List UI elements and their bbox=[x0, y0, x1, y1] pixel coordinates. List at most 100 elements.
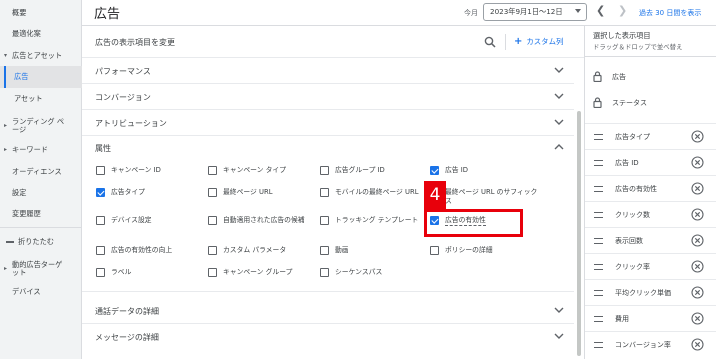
nav-item-devices[interactable]: デバイス bbox=[0, 281, 82, 303]
date-range-select[interactable]: 2023年9月1日～12日 bbox=[483, 3, 587, 21]
panel-title: 広告の表示項目を変更 bbox=[95, 38, 175, 47]
drag-handle-icon[interactable] bbox=[594, 290, 603, 296]
nav-item-ads[interactable]: 広告 bbox=[0, 66, 82, 88]
next-period-icon[interactable]: ❯ bbox=[618, 4, 627, 17]
search-icon[interactable] bbox=[484, 36, 496, 48]
nav-item-overview[interactable]: 概要 bbox=[0, 2, 82, 24]
drag-handle-icon[interactable] bbox=[594, 186, 603, 192]
nav-item-recommendations[interactable]: 最適化案 bbox=[0, 23, 82, 45]
checkbox-device-preference[interactable]: デバイス設定 bbox=[96, 216, 152, 225]
add-custom-column-button[interactable]: + カスタム列 bbox=[514, 36, 563, 47]
left-navigation: 概要 最適化案 ▾ 広告とアセット 広告 アセット ▸ ランディング ページ ▸ キー… bbox=[0, 0, 82, 359]
selected-column-row[interactable]: 広告タイプ bbox=[585, 123, 716, 149]
checkbox-icon bbox=[96, 246, 105, 255]
checkbox-campaign-type[interactable]: キャンペーン タイプ bbox=[208, 166, 286, 175]
section-conversion[interactable]: コンバージョン bbox=[82, 84, 574, 110]
remove-circle-icon[interactable] bbox=[691, 234, 704, 247]
checkbox-auto-applied-ad-suggestions[interactable]: 自動適用された広告の候補 bbox=[208, 216, 305, 225]
chevron-down-icon bbox=[554, 307, 564, 313]
drag-handle-icon[interactable] bbox=[594, 342, 603, 348]
checkbox-campaign-id[interactable]: キャンペーン ID bbox=[96, 166, 161, 175]
caret-right-icon: ▸ bbox=[4, 264, 8, 272]
checkbox-tracking-template[interactable]: トラッキング テンプレート bbox=[320, 216, 422, 225]
selected-column-row[interactable]: 費用 bbox=[585, 305, 716, 331]
nav-group-keywords[interactable]: ▸ キーワード bbox=[0, 139, 82, 161]
checkbox-ad-strength-improvement[interactable]: 広告の有効性の向上 bbox=[96, 246, 172, 255]
caret-down-icon: ▾ bbox=[4, 51, 8, 59]
remove-circle-icon[interactable] bbox=[691, 312, 704, 325]
nav-item-change-history[interactable]: 変更履歴 bbox=[0, 203, 82, 225]
checkbox-icon bbox=[208, 166, 217, 175]
panel-header: 広告の表示項目を変更 + カスタム列 bbox=[82, 26, 584, 58]
checkbox-ad-strength[interactable]: 広告の有効性 bbox=[430, 216, 486, 226]
selected-column-row[interactable]: 広告 ID bbox=[585, 149, 716, 175]
section-performance[interactable]: パフォーマンス bbox=[82, 58, 574, 84]
checkbox-video[interactable]: 動画 bbox=[320, 246, 349, 255]
chevron-up-icon[interactable] bbox=[554, 143, 564, 151]
remove-circle-icon[interactable] bbox=[691, 130, 704, 143]
remove-circle-icon[interactable] bbox=[691, 182, 704, 195]
collapse-button[interactable]: 折りたたむ bbox=[0, 231, 82, 253]
checkbox-icon bbox=[320, 216, 329, 225]
nav-group-landing-pages[interactable]: ▸ ランディング ページ bbox=[0, 112, 82, 140]
checkbox-final-url[interactable]: 最終ページ URL bbox=[208, 188, 273, 197]
locked-column-ad: 広告 bbox=[585, 64, 716, 90]
selected-column-row[interactable]: 平均クリック単価 bbox=[585, 279, 716, 305]
remove-circle-icon[interactable] bbox=[691, 338, 704, 351]
drag-handle-icon[interactable] bbox=[594, 238, 603, 244]
drag-handle-icon[interactable] bbox=[594, 134, 603, 140]
checkbox-policy-details[interactable]: ポリシーの詳細 bbox=[430, 246, 493, 255]
checkbox-final-url-suffix[interactable]: 最終ページ URL のサフィックス bbox=[430, 188, 540, 206]
section-message-details[interactable]: メッセージの詳細 bbox=[82, 324, 574, 350]
selected-column-row[interactable]: クリック率 bbox=[585, 253, 716, 279]
checkbox-campaign-group[interactable]: キャンペーン グループ bbox=[208, 268, 292, 277]
checkbox-sequence-path[interactable]: シーケンスパス bbox=[320, 268, 382, 277]
nav-item-settings[interactable]: 設定 bbox=[0, 182, 82, 204]
nav-group-ads-assets[interactable]: ▾ 広告とアセット bbox=[0, 45, 82, 67]
remove-circle-icon[interactable] bbox=[691, 208, 704, 221]
checkbox-ad-type[interactable]: 広告タイプ bbox=[96, 188, 145, 197]
annotation-step-badge: 4 bbox=[424, 181, 446, 209]
selected-columns-panel: 選択した表示項目 ドラッグ＆ドロップで並べ替え 広告 ステータス 広告タイプ 広… bbox=[584, 26, 716, 359]
remove-circle-icon[interactable] bbox=[691, 156, 704, 169]
section-attributes: 属性 キャンペーン ID キャンペーン タイプ 広告グループ ID 広告 ID … bbox=[82, 136, 574, 292]
nav-item-audiences[interactable]: オーディエンス bbox=[0, 161, 82, 183]
caret-right-icon: ▸ bbox=[4, 145, 8, 153]
checkbox-custom-parameters[interactable]: カスタム パラメータ bbox=[208, 246, 286, 255]
drag-handle-icon[interactable] bbox=[594, 316, 603, 322]
checkbox-icon bbox=[320, 166, 329, 175]
drag-handle-icon[interactable] bbox=[594, 264, 603, 270]
checkbox-ad-group-id[interactable]: 広告グループ ID bbox=[320, 166, 385, 175]
remove-circle-icon[interactable] bbox=[691, 286, 704, 299]
remove-circle-icon[interactable] bbox=[691, 260, 704, 273]
checkbox-ad-id[interactable]: 広告 ID bbox=[430, 166, 468, 175]
nav-divider bbox=[0, 227, 82, 228]
chevron-down-icon bbox=[554, 119, 564, 125]
chevron-down-icon bbox=[554, 67, 564, 73]
drag-handle-icon[interactable] bbox=[594, 160, 603, 166]
show-last-30-days-link[interactable]: 過去 30 日間を表示 bbox=[639, 8, 701, 18]
section-attribution[interactable]: アトリビューション bbox=[82, 110, 574, 136]
dropdown-arrow-icon bbox=[575, 9, 581, 13]
top-bar: 広告 今月 2023年9月1日～12日 ❮ ❯ 過去 30 日間を表示 bbox=[82, 0, 716, 26]
checkbox-icon bbox=[208, 188, 217, 197]
checkbox-labels[interactable]: ラベル bbox=[96, 268, 131, 277]
selected-column-row[interactable]: 広告の有効性 bbox=[585, 175, 716, 201]
drag-handle-icon[interactable] bbox=[594, 212, 603, 218]
checkbox-mobile-final-url[interactable]: モバイルの最終ページ URL bbox=[320, 188, 418, 197]
column-editor-panel: 広告の表示項目を変更 + カスタム列 パフォーマンス コンバージョン アトリビュ… bbox=[82, 26, 584, 359]
caret-right-icon: ▸ bbox=[4, 121, 8, 129]
scrollbar-thumb[interactable] bbox=[577, 111, 581, 356]
previous-period-icon[interactable]: ❮ bbox=[596, 4, 605, 17]
nav-item-assets[interactable]: アセット bbox=[0, 88, 82, 110]
nav-group-dynamic-ad-targets[interactable]: ▸ 動的広告ターゲット bbox=[0, 255, 82, 283]
checked-checkbox-icon bbox=[430, 216, 439, 225]
section-call-details[interactable]: 通話データの詳細 bbox=[82, 298, 574, 324]
selected-columns-title: 選択した表示項目 bbox=[593, 31, 651, 40]
selected-column-row[interactable]: コンバージョン率 bbox=[585, 331, 716, 357]
checkbox-icon bbox=[96, 166, 105, 175]
selected-column-row[interactable]: クリック数 bbox=[585, 201, 716, 227]
chevron-down-icon bbox=[554, 333, 564, 339]
selected-column-row[interactable]: 表示回数 bbox=[585, 227, 716, 253]
lock-icon bbox=[593, 71, 602, 82]
